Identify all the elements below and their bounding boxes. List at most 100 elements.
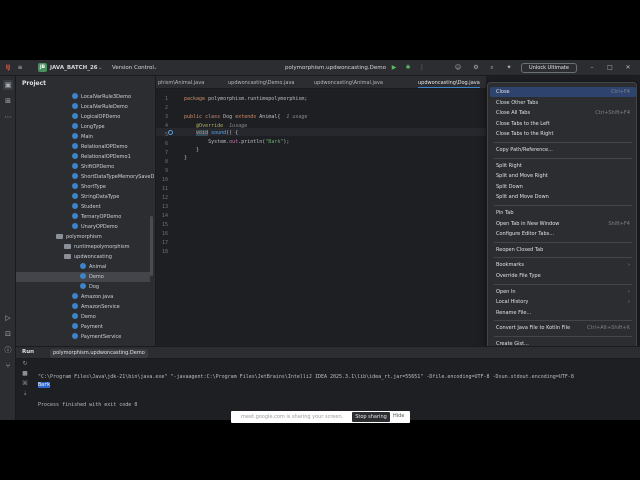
unlock-ultimate-button[interactable]: Unlock Ultimate [521, 63, 577, 73]
java-class-icon [72, 203, 78, 209]
tree-item[interactable]: AmazonService [16, 302, 150, 312]
tree-item[interactable]: PaymentService [16, 332, 150, 342]
settings-icon[interactable]: ⚙ [472, 64, 480, 72]
chevron-down-icon[interactable]: ⌄ [153, 63, 158, 73]
tree-item[interactable]: LongType [16, 122, 150, 132]
menu-item[interactable]: Bookmarks › [490, 260, 636, 270]
run-icon[interactable]: ▶ [390, 64, 398, 72]
tab-updwoncasting-animal[interactable]: updwoncasting\Animal.java [314, 78, 383, 88]
tree-item[interactable]: RelationalOPDemo1 [16, 152, 150, 162]
menu-item[interactable]: Override File Type [490, 271, 636, 281]
intellij-logo-icon: IJ [5, 64, 11, 71]
debug-icon[interactable]: ✱ [404, 64, 412, 72]
tree-item-label: ShortType [81, 184, 106, 190]
hamburger-menu-icon[interactable]: ≡ [16, 64, 24, 72]
menu-item[interactable]: Close Tabs to the Right [490, 129, 636, 139]
tab-demo[interactable]: updwoncasting\Demo.java [228, 78, 294, 88]
tree-item[interactable]: polymorphism [16, 232, 150, 242]
tab-dog[interactable]: updwoncasting\Dog.java [418, 78, 480, 88]
profile-icon[interactable]: ☺ [454, 64, 462, 72]
menu-item[interactable]: Rename File... [490, 308, 636, 318]
project-badge[interactable]: JB [38, 63, 47, 72]
menu-item[interactable]: Close Ctrl+F4 [490, 87, 636, 97]
tree-item[interactable]: Dog [16, 282, 150, 292]
tree-item[interactable]: LocalVarRuleDemo [16, 102, 150, 112]
project-panel-title[interactable]: Project [22, 80, 46, 87]
stop-icon[interactable]: ■ [21, 370, 29, 378]
run-panel-title[interactable]: Run [22, 349, 34, 355]
tree-item[interactable]: StringDataType [16, 192, 150, 202]
tree-item[interactable]: ShiftOPDemo [16, 162, 150, 172]
tree-item[interactable]: Main [16, 132, 150, 142]
structure-tool-icon[interactable]: ⊞ [3, 96, 13, 106]
run-tab[interactable]: polymorphism.updwoncasting.Demo [50, 349, 148, 358]
run-config-selector[interactable]: polymorphism.updwoncasting.Demo [285, 63, 386, 73]
menu-item[interactable]: Close Other Tabs [490, 98, 636, 108]
tree-item-label: Main [81, 134, 93, 140]
project-name[interactable]: JAVA_BATCH_26 [50, 63, 98, 73]
minimize-icon[interactable]: – [588, 64, 596, 72]
usage-hint[interactable]: 1usage [229, 123, 247, 129]
chevron-down-icon[interactable]: ⌄ [98, 63, 103, 73]
project-tool-icon[interactable]: ▣ [3, 80, 13, 90]
menu-item[interactable]: Pin Tab [490, 208, 636, 218]
keyword: extends [235, 114, 257, 120]
git-tool-icon[interactable]: ⑂ [3, 361, 13, 371]
stop-sharing-button[interactable]: Stop sharing [352, 412, 390, 422]
out-field: out [229, 139, 239, 145]
project-panel: Project LocalVarRule3Demo LocalVarRuleDem… [16, 76, 156, 346]
menu-item-label: Reopen Closed Tab [496, 246, 544, 253]
tree-item[interactable]: TernaryOPDemo [16, 212, 150, 222]
tree-item[interactable]: Animal [16, 262, 150, 272]
editor-tabs: phism\Animal.java updwoncasting\Demo.jav… [156, 76, 486, 89]
tree-item[interactable]: RelationalOPDemo [16, 142, 150, 152]
rerun-icon[interactable]: ↻ [21, 360, 29, 368]
tree-item[interactable]: Student [16, 202, 150, 212]
menu-item[interactable]: Split Down [490, 182, 636, 192]
tree-item[interactable]: Payment [16, 322, 150, 332]
menu-item[interactable]: Open In › [490, 287, 636, 297]
tree-item[interactable]: updwoncasting [16, 252, 150, 262]
close-icon[interactable]: ✕ [624, 64, 632, 72]
menu-item[interactable]: Configure Editor Tabs... [490, 229, 636, 239]
more-tools-icon[interactable]: ⋯ [3, 112, 13, 122]
scroll-end-icon[interactable]: ⇣ [21, 390, 29, 398]
camera-icon[interactable]: ⌘ [21, 380, 29, 388]
problems-tool-icon[interactable]: ⓘ [3, 345, 13, 355]
override-gutter-icon[interactable] [168, 130, 173, 135]
hide-banner-button[interactable]: Hide [393, 413, 404, 419]
menu-item[interactable]: Split and Move Right [490, 171, 636, 181]
tree-item[interactable]: runtimepolymorphism [16, 242, 150, 252]
tree-item[interactable]: UnaryOPDemo [16, 222, 150, 232]
code-editor[interactable]: 1 2 3 4 5 6 7 8 9 10 11 12 13 14 15 16 17 18 package poly… [156, 89, 486, 346]
project-scrollbar[interactable] [150, 216, 153, 276]
tree-item[interactable]: LogicalOPDemo [16, 112, 150, 122]
menu-item[interactable]: Split Right [490, 161, 636, 171]
search-icon[interactable]: ⌕ [488, 64, 496, 72]
menu-item[interactable]: Open Tab in New Window Shift+F4 [490, 219, 636, 229]
tree-item[interactable]: ShortType [16, 182, 150, 192]
menu-separator [494, 283, 632, 285]
version-control-menu[interactable]: Version Control [112, 63, 154, 73]
tree-item[interactable]: ShortDataTypeMemorySaveD [16, 172, 154, 182]
tree-item[interactable]: Demo [16, 312, 150, 322]
menu-item[interactable]: Copy Path/Reference... [490, 145, 636, 155]
maximize-icon[interactable]: □ [606, 64, 614, 72]
tree-item[interactable]: Demo [16, 272, 150, 282]
tree-item[interactable]: Amazon.java [16, 292, 150, 302]
class-name: Dog [223, 114, 233, 120]
menu-item[interactable]: Convert Java File to Kotlin File Ctrl+Alt… [490, 323, 636, 333]
tree-item[interactable]: LocalVarRule3Demo [16, 92, 150, 102]
more-icon[interactable]: ⋮ [418, 64, 426, 72]
ai-assistant-icon[interactable]: ✦ [505, 64, 513, 72]
menu-item[interactable]: Close Tabs to the Left [490, 119, 636, 129]
menu-item[interactable]: Close All Tabs Ctrl+Shift+F4 [490, 108, 636, 118]
menu-item[interactable]: Split and Move Down [490, 192, 636, 202]
override-annotation: @Override [196, 123, 224, 129]
terminal-tool-icon[interactable]: ⊡ [3, 329, 13, 339]
usage-hint[interactable]: 1 usage [286, 114, 307, 120]
tab-animal[interactable]: phism\Animal.java [158, 78, 204, 88]
menu-item[interactable]: Local History › [490, 297, 636, 307]
menu-item[interactable]: Reopen Closed Tab [490, 245, 636, 255]
run-tool-icon[interactable]: ▷ [3, 313, 13, 323]
